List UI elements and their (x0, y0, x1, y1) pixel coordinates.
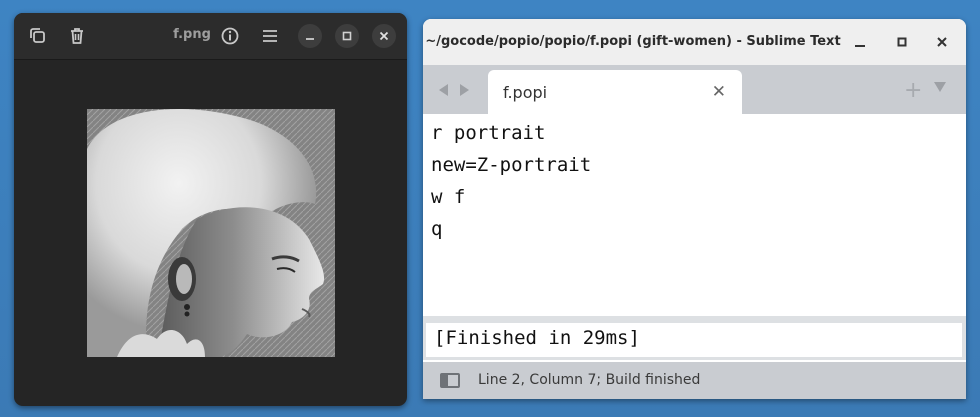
minimize-icon[interactable] (853, 35, 867, 49)
code-line-1: r portrait (431, 122, 546, 144)
maximize-icon (342, 31, 352, 41)
tab-menu-icon[interactable] (933, 81, 947, 93)
viewer-header: f.png (14, 13, 407, 60)
sidebar-toggle-icon[interactable] (440, 373, 460, 388)
editor-area[interactable]: r portrait new=Z-portrait w f q (423, 114, 966, 314)
window-title: ~/gocode/popio/popio/f.popi (gift-women)… (425, 34, 841, 49)
sublime-window: ~/gocode/popio/popio/f.popi (gift-women)… (423, 19, 966, 399)
menu-icon[interactable] (260, 26, 280, 46)
status-bar: Line 2, Column 7; Build finished (423, 362, 966, 399)
build-output-text: [Finished in 29ms] (434, 327, 640, 349)
new-tab-icon[interactable]: + (904, 78, 922, 103)
image-viewer-window: f.png (14, 13, 407, 406)
portrait-image (87, 109, 335, 357)
maximize-button[interactable] (335, 24, 359, 48)
code-line-4: q (431, 218, 443, 240)
minimize-button[interactable] (298, 24, 322, 48)
build-output-area[interactable]: [Finished in 29ms] (426, 323, 962, 357)
close-icon (379, 31, 389, 41)
copy-icon[interactable] (28, 26, 48, 46)
code-line-3: w f (431, 186, 466, 208)
tab-label: f.popi (503, 83, 548, 102)
tab-bar: f.popi ✕ + (423, 65, 966, 114)
tab-back-icon[interactable] (437, 83, 449, 97)
close-icon[interactable] (935, 35, 949, 49)
maximize-icon[interactable] (895, 35, 909, 49)
info-icon[interactable] (220, 26, 240, 46)
portrait-graphic (87, 109, 335, 357)
desktop: f.png ~/gocode/popio/popio/f.popi (gift-… (0, 0, 980, 417)
trash-icon[interactable] (67, 26, 87, 46)
tab-f-popi[interactable]: f.popi ✕ (488, 70, 742, 114)
tab-close-icon[interactable]: ✕ (712, 82, 726, 102)
status-text: Line 2, Column 7; Build finished (478, 372, 701, 388)
close-button[interactable] (372, 24, 396, 48)
minimize-icon (306, 38, 314, 40)
title-bar: ~/gocode/popio/popio/f.popi (gift-women)… (423, 19, 966, 65)
code-line-2: new=Z-portrait (431, 154, 592, 176)
build-panel: [Finished in 29ms] (423, 316, 966, 360)
tab-forward-icon[interactable] (459, 83, 471, 97)
